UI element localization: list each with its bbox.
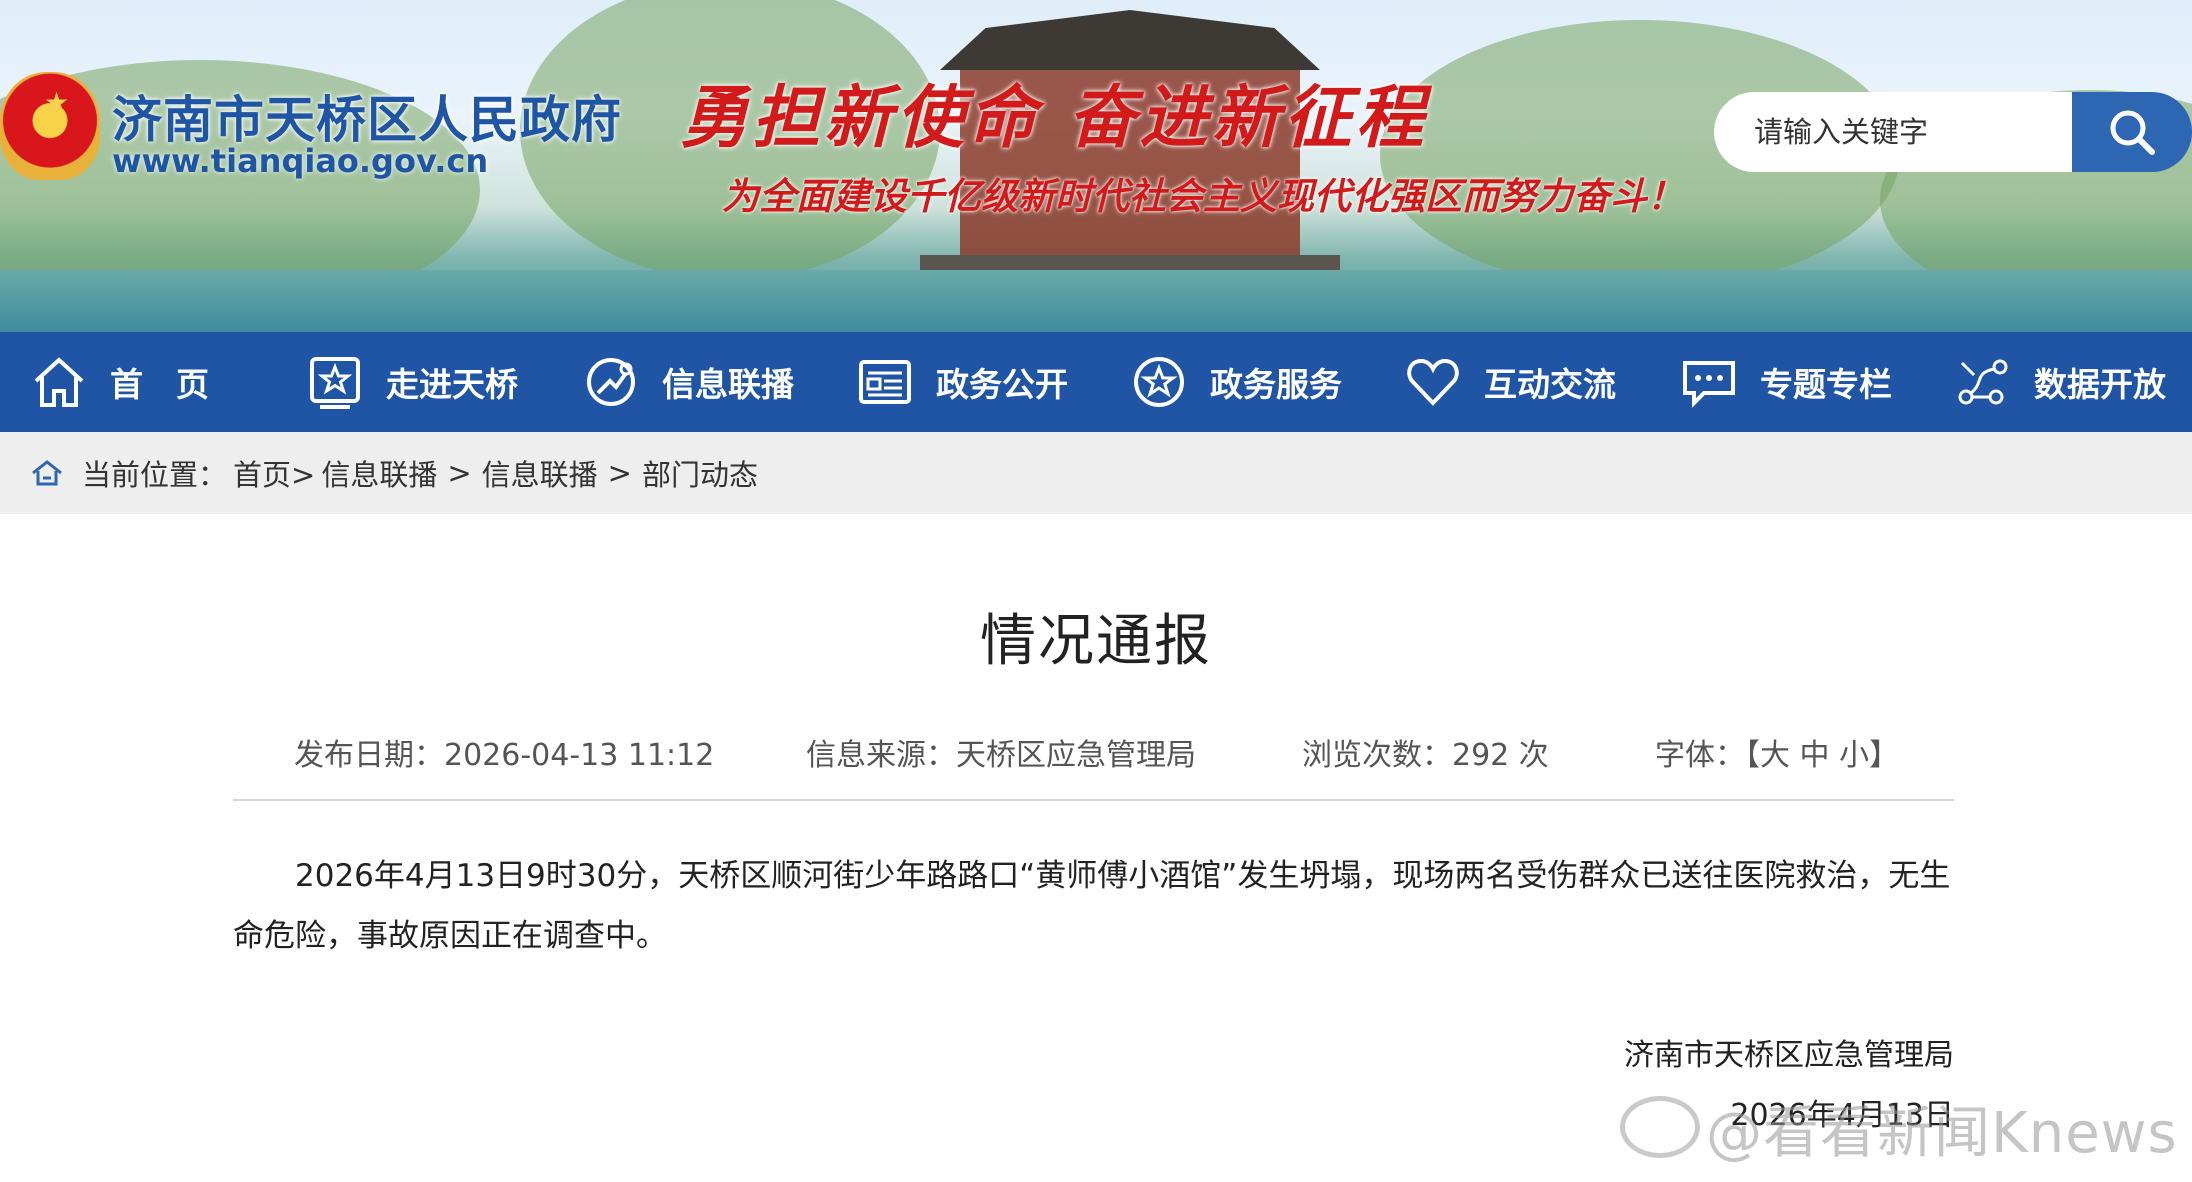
nav-label: 专题专栏: [1760, 365, 1892, 404]
breadcrumb-separator: >: [607, 456, 632, 490]
info-source: 信息来源：天桥区应急管理局: [806, 738, 1196, 773]
breadcrumb-prefix: 当前位置：: [82, 458, 228, 492]
article-title: 情况通报: [980, 609, 1212, 674]
nav-label: 互动交流: [1484, 365, 1616, 404]
breadcrumb-link-news[interactable]: 信息联播: [321, 452, 437, 494]
signature-org: 济南市天桥区应急管理局: [1624, 1038, 1954, 1073]
nav-label: 数据开放: [2034, 365, 2166, 404]
home-small-icon: [32, 460, 62, 486]
broadcast-icon: [587, 358, 635, 406]
nav-item-news[interactable]: 信息联播: [582, 332, 794, 432]
view-count: 浏览次数：292 次: [1302, 738, 1549, 773]
lake: [0, 270, 2192, 332]
nav-item-about[interactable]: 走进天桥: [306, 332, 518, 432]
nav-item-service[interactable]: 政务服务: [1130, 332, 1342, 432]
pavilion-roof: [940, 10, 1320, 70]
site-url: www.tianqiao.gov.cn: [112, 142, 489, 180]
watermark: @看看新闻Knews: [1706, 1101, 2178, 1166]
search-input[interactable]: [1714, 92, 2072, 172]
search-button[interactable]: [2072, 92, 2192, 172]
nav-item-public[interactable]: 政务公开: [856, 332, 1068, 432]
nav-label: 走进天桥: [386, 365, 518, 404]
emblem-star-icon: ★: [44, 86, 70, 119]
nav-item-interact[interactable]: 互动交流: [1404, 332, 1616, 432]
search-icon: [2110, 110, 2155, 155]
heart-icon: [1407, 358, 1459, 406]
breadcrumb-link-news-sub[interactable]: 信息联播: [482, 452, 598, 494]
header-banner: ★ 济南市天桥区人民政府 www.tianqiao.gov.cn 勇担新使命 奋…: [0, 0, 2192, 332]
star-badge-icon: [310, 357, 360, 409]
home-icon: [34, 357, 84, 407]
breadcrumb-separator: >: [447, 456, 472, 490]
breadcrumb: 当前位置： 首页> 信息联播 > 信息联播 > 部门动态: [30, 432, 764, 514]
divider: [233, 799, 1954, 801]
chat-icon: [1683, 361, 1735, 408]
slogan-sub: 为全面建设千亿级新时代社会主义现代化强区而努力奋斗！: [722, 174, 1684, 218]
star-circle-icon: [1134, 357, 1184, 407]
nav-label: 政务公开: [936, 365, 1068, 404]
nav-label: 信息联播: [662, 365, 794, 404]
font-size-switcher[interactable]: 字体：【大 中 小】: [1655, 730, 1899, 774]
breadcrumb-bar: 当前位置： 首页> 信息联播 > 信息联播 > 部门动态: [0, 432, 2192, 514]
nav-item-data[interactable]: 数据开放: [1954, 332, 2166, 432]
document-icon: [859, 360, 911, 404]
nav-label: 政务服务: [1210, 365, 1342, 404]
nav-item-home[interactable]: 首 页: [30, 332, 209, 432]
publish-date: 发布日期：2026-04-13 11:12: [294, 738, 715, 773]
article-body: 2026年4月13日9时30分，天桥区顺河街少年路路口“黄师傅小酒馆”发生坍塌，…: [233, 858, 1951, 954]
search-box: [1714, 92, 2192, 172]
main-nav: 首 页 走进天桥 信息联播 政务公开 政务服务 互动交流 专题专栏 数据开放: [0, 332, 2192, 432]
breadcrumb-current[interactable]: 部门动态: [642, 452, 758, 494]
nav-label: 首 页: [110, 365, 209, 404]
slogan-main: 勇担新使命 奋进新征程: [680, 78, 1428, 158]
data-icon: [1958, 359, 2008, 405]
breadcrumb-home[interactable]: 首页>: [233, 452, 315, 494]
nav-item-topics[interactable]: 专题专栏: [1680, 332, 1892, 432]
weibo-logo-icon: [1620, 1096, 1700, 1158]
